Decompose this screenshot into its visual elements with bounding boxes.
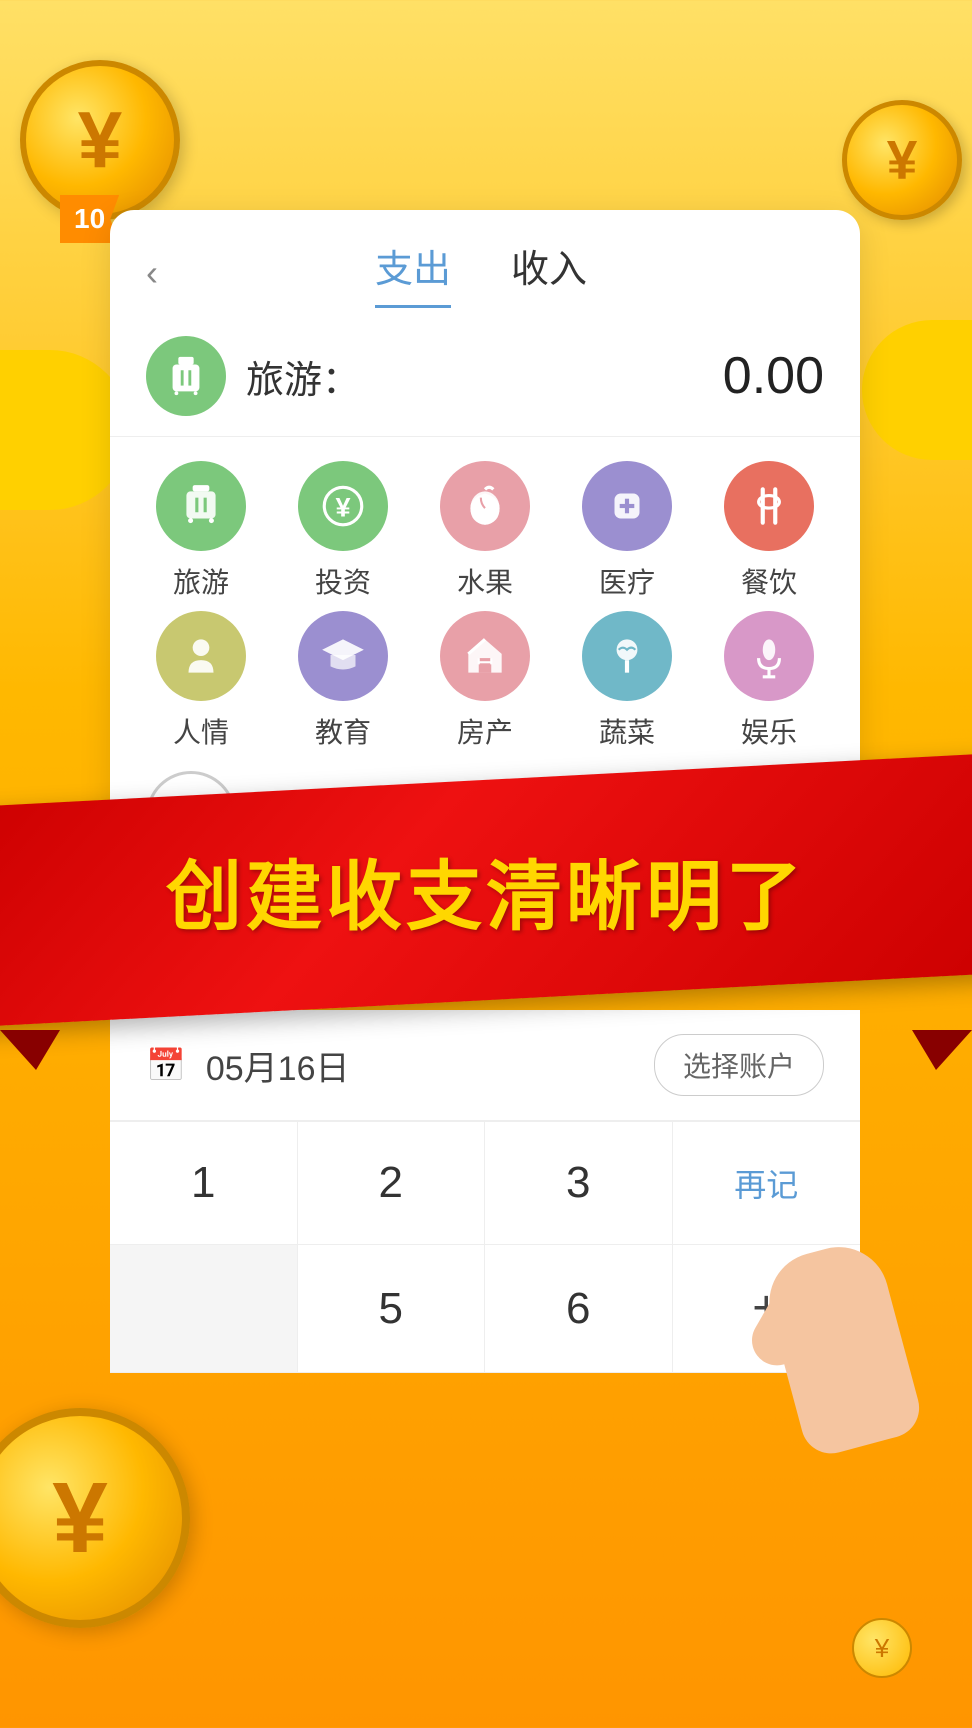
category-dining[interactable]: 餐饮 (698, 461, 840, 601)
category-medical[interactable]: 医疗 (556, 461, 698, 601)
ribbon-shape: 创建收支清晰明了 (0, 753, 972, 1027)
selected-category-icon (146, 336, 226, 416)
key-3[interactable]: 3 (485, 1122, 673, 1245)
category-medical-icon (582, 461, 672, 551)
amount-value: 0.00 (723, 346, 824, 406)
ribbon-fold-right (912, 1030, 972, 1070)
category-medical-label: 医疗 (599, 561, 655, 601)
category-dining-label: 餐饮 (741, 561, 797, 601)
category-house[interactable]: 房产 (414, 611, 556, 751)
ribbon-text: 创建收支清晰明了 (166, 835, 806, 945)
hand-shape (758, 1236, 926, 1460)
key-6[interactable]: 6 (485, 1245, 673, 1373)
coin-decoration-tr: ¥ (842, 100, 962, 220)
category-house-icon (440, 611, 530, 701)
category-gift[interactable]: 人情 (130, 611, 272, 751)
bubble-right (862, 320, 972, 460)
key-empty (110, 1245, 298, 1373)
ribbon-banner: 创建收支清晰明了 (0, 780, 972, 1040)
key-5[interactable]: 5 (298, 1245, 486, 1373)
coin-decoration-small-br: ¥ (852, 1618, 912, 1678)
category-veg[interactable]: 蔬菜 (556, 611, 698, 751)
category-fruit-icon (440, 461, 530, 551)
tab-bar: 支出 收入 (178, 238, 784, 308)
coin-decoration-bl: ¥ (0, 1408, 190, 1628)
category-edu-icon (298, 611, 388, 701)
key-1[interactable]: 1 (110, 1122, 298, 1245)
category-fun-icon (724, 611, 814, 701)
category-gift-icon (156, 611, 246, 701)
amount-label: 旅游： (246, 349, 723, 404)
back-button[interactable]: ‹ (146, 255, 158, 291)
category-edu-label: 教育 (315, 711, 371, 751)
category-house-label: 房产 (457, 711, 513, 751)
key-2[interactable]: 2 (298, 1122, 486, 1245)
category-invest[interactable]: ¥ 投资 (272, 461, 414, 601)
category-edu[interactable]: 教育 (272, 611, 414, 751)
category-invest-icon: ¥ (298, 461, 388, 551)
category-fruit-label: 水果 (457, 561, 513, 601)
category-veg-icon (582, 611, 672, 701)
ribbon-fold-left (0, 1030, 60, 1070)
account-selector-button[interactable]: 选择账户 (654, 1034, 824, 1096)
amount-row: 旅游： 0.00 (110, 308, 860, 437)
hand-decoration (722, 1168, 922, 1448)
category-fruit[interactable]: 水果 (414, 461, 556, 601)
category-invest-label: 投资 (315, 561, 371, 601)
category-veg-label: 蔬菜 (599, 711, 655, 751)
luggage-icon (163, 353, 209, 399)
date-display: 05月16日 (206, 1041, 350, 1090)
category-travel[interactable]: 旅游 (130, 461, 272, 601)
category-grid: 旅游 ¥ 投资 水果 (110, 437, 860, 761)
category-gift-label: 人情 (173, 711, 229, 751)
category-travel-label: 旅游 (173, 561, 229, 601)
category-travel-icon (156, 461, 246, 551)
tab-expense[interactable]: 支出 (375, 238, 451, 308)
tab-income[interactable]: 收入 (511, 238, 587, 308)
calendar-icon: 📅 (146, 1046, 186, 1084)
card-header: ‹ 支出 收入 (110, 210, 860, 308)
category-fun-label: 娱乐 (741, 711, 797, 751)
category-dining-icon (724, 461, 814, 551)
svg-text:¥: ¥ (335, 491, 350, 522)
category-fun[interactable]: 娱乐 (698, 611, 840, 751)
